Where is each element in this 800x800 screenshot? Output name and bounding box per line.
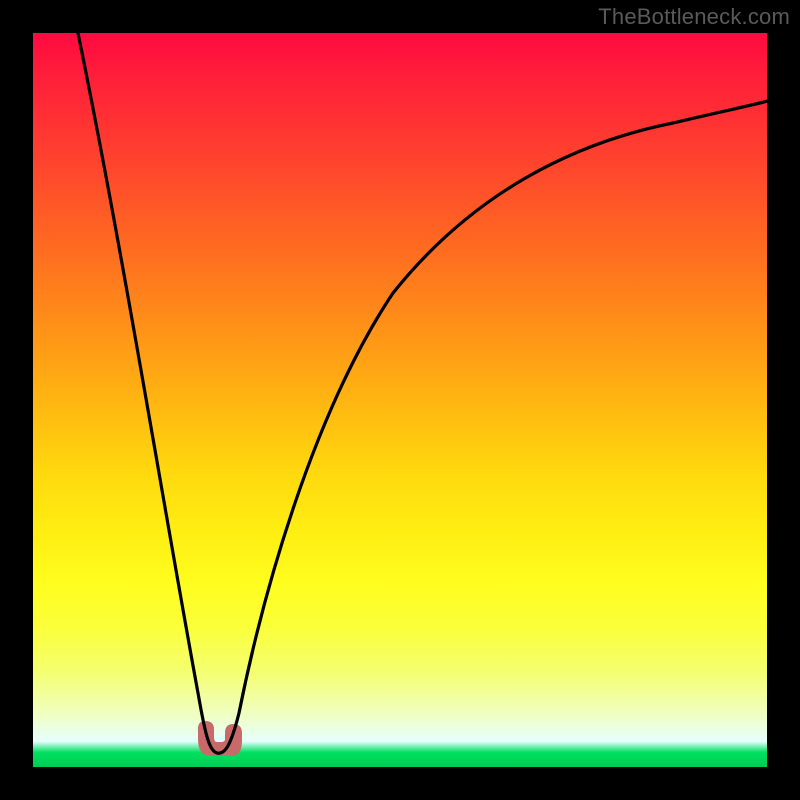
bottleneck-curve <box>78 33 767 753</box>
chart-frame: TheBottleneck.com <box>0 0 800 800</box>
curve-layer <box>33 33 767 767</box>
plot-area <box>33 33 767 767</box>
watermark-label: TheBottleneck.com <box>598 4 790 30</box>
